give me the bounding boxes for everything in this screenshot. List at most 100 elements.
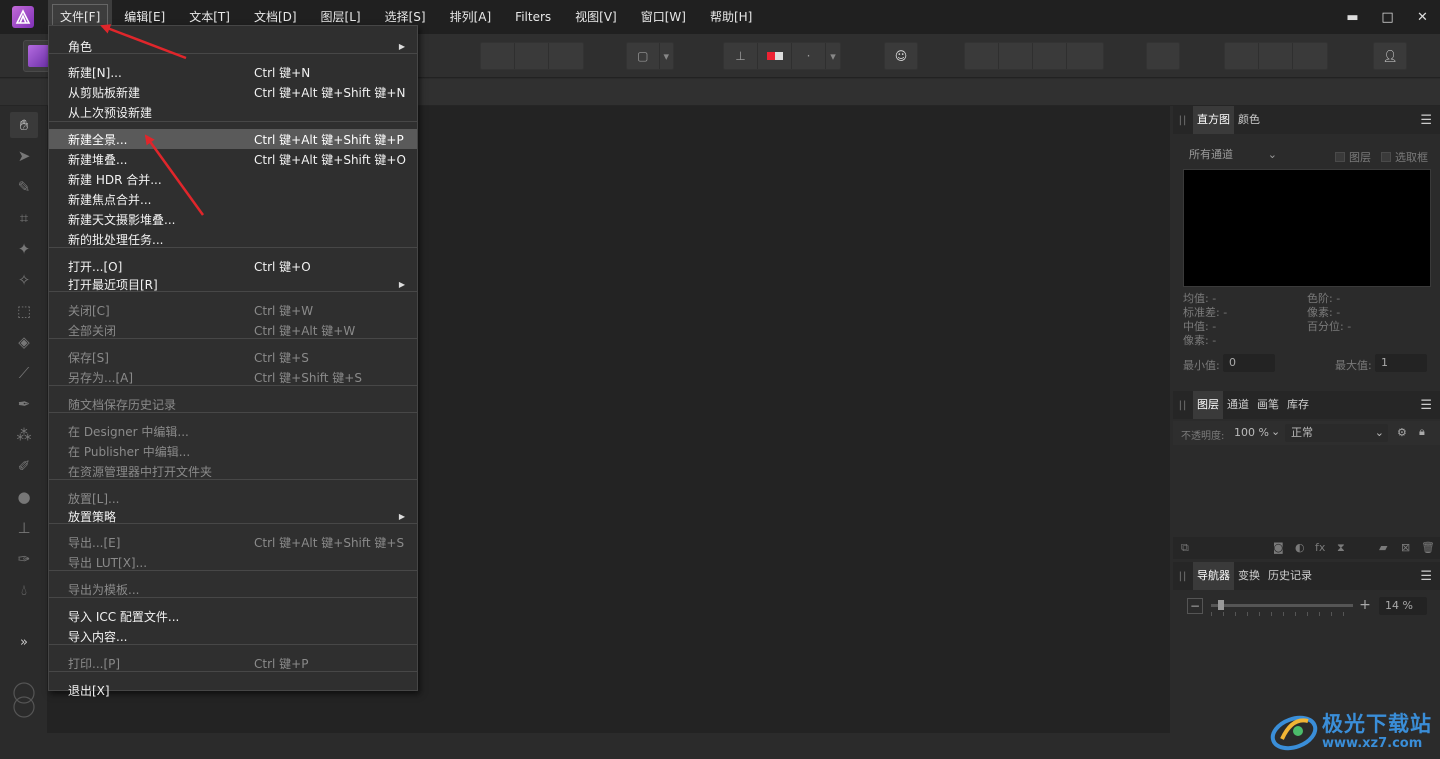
blend-mode-select[interactable]: 正常 ⌄ (1285, 424, 1388, 442)
color-picker-icon[interactable]: ✎ (10, 174, 38, 200)
file-menu-item[interactable]: 新建焦点合并... (49, 189, 417, 209)
gear-icon[interactable]: ⚙ (1397, 426, 1407, 439)
tab-history[interactable]: 历史记录 (1264, 562, 1316, 590)
menu-item[interactable]: 帮助[H] (698, 0, 764, 34)
snapping-button[interactable]: ⊥ (724, 43, 758, 69)
file-menu-item[interactable]: 在 Publisher 中编辑... (49, 441, 417, 461)
panel-menu-icon[interactable]: ☰ (1420, 569, 1432, 584)
file-menu-item[interactable]: 导出为模板... (49, 579, 417, 599)
file-menu-item[interactable]: 在 Designer 中编辑... (49, 421, 417, 441)
marquee-checkbox[interactable]: 选取框 (1381, 149, 1428, 165)
file-menu-item[interactable]: 导入内容... (49, 626, 417, 646)
menu-item[interactable]: 排列[A] (438, 0, 504, 34)
file-menu-item[interactable]: 全部关闭 Ctrl 键+Alt 键+W (49, 320, 417, 340)
toolbar-button[interactable] (481, 43, 515, 69)
toolbar-button[interactable] (1067, 43, 1101, 69)
tab-channels[interactable]: 通道 (1223, 391, 1253, 419)
healing-brush-icon[interactable]: ⊥ (10, 515, 38, 541)
tab-transform[interactable]: 变换 (1234, 562, 1264, 590)
panel-menu-icon[interactable]: ☰ (1420, 113, 1432, 128)
gradient-tool-icon[interactable]: ⟋ (10, 360, 38, 386)
tab-color[interactable]: 颜色 (1234, 106, 1264, 134)
affinity-photo-logo-icon[interactable] (12, 6, 34, 28)
toolbar-button[interactable] (549, 43, 583, 69)
opacity-value[interactable]: 100 % (1234, 426, 1269, 439)
file-menu-item[interactable]: 导出...[E] Ctrl 键+Alt 键+Shift 键+S (49, 532, 417, 552)
grip-icon[interactable]: || (1173, 400, 1193, 411)
file-menu-item[interactable]: 关闭[C] Ctrl 键+W (49, 300, 417, 320)
zoom-out-icon[interactable]: − (1187, 598, 1203, 614)
selection-brush-icon[interactable]: ✦ (10, 236, 38, 262)
lock-icon[interactable]: 🔒︎ (1419, 425, 1425, 439)
tab-layers[interactable]: 图层 (1193, 391, 1223, 419)
adjustment-icon[interactable]: ◐ (1295, 541, 1305, 554)
color-format-button[interactable] (758, 43, 792, 69)
live-filter-icon[interactable]: ⧗ (1337, 541, 1345, 555)
toolbar-button[interactable] (515, 43, 549, 69)
layers-list[interactable] (1173, 446, 1440, 536)
tab-navigator[interactable]: 导航器 (1193, 562, 1234, 590)
chevron-down-icon[interactable]: ⌄ (1271, 425, 1280, 438)
tab-histogram[interactable]: 直方图 (1193, 106, 1234, 134)
min-value-field[interactable]: 0 (1223, 354, 1275, 372)
file-menu-item[interactable]: 打开最近项目[R] ▶ (49, 274, 417, 294)
expand-tools-icon[interactable]: » (10, 629, 38, 655)
tab-stock[interactable]: 库存 (1283, 391, 1313, 419)
toolbar-button[interactable] (1225, 43, 1259, 69)
file-menu-item[interactable]: 导入 ICC 配置文件... (49, 606, 417, 626)
file-menu-item[interactable]: 新建 HDR 合并... (49, 169, 417, 189)
file-menu-item[interactable]: 导出 LUT[X]... (49, 552, 417, 572)
toolbar-button[interactable] (1147, 43, 1179, 69)
zoom-in-icon[interactable]: + (1357, 598, 1373, 614)
blur-brush-icon[interactable]: 💧︎ (10, 577, 38, 603)
toolbar-button[interactable] (965, 43, 999, 69)
layer-checkbox[interactable]: 图层 (1335, 149, 1371, 165)
minimize-icon[interactable]: ▬ (1335, 0, 1370, 34)
toolbar-button[interactable] (999, 43, 1033, 69)
flood-fill-icon[interactable]: ◈ (10, 329, 38, 355)
layer-add-icon[interactable]: ⊠ (1401, 541, 1410, 554)
panel-menu-icon[interactable]: ☰ (1420, 398, 1432, 413)
move-tool-icon[interactable]: ➤ (10, 143, 38, 169)
file-menu-item[interactable]: 新的批处理任务... (49, 229, 417, 249)
chevron-down-icon[interactable]: ▾ (660, 43, 673, 69)
file-menu-item[interactable]: 打开...[O] Ctrl 键+O (49, 256, 417, 276)
grip-icon[interactable]: || (1173, 571, 1193, 582)
file-menu-item[interactable]: 从上次预设新建 (49, 102, 417, 122)
assistant-robot-button[interactable]: ☺ (885, 43, 917, 69)
file-menu-item[interactable]: 另存为...[A] Ctrl 键+Shift 键+S (49, 367, 417, 387)
layer-duplicate-icon[interactable]: ⧉ (1181, 541, 1189, 555)
menu-item[interactable]: Filters (503, 0, 563, 34)
file-menu-item[interactable]: 角色 ▶ (49, 36, 417, 56)
dodge-brush-icon[interactable]: ✐ (10, 453, 38, 479)
chevron-down-icon[interactable]: ▾ (826, 43, 840, 69)
file-menu-item[interactable]: 新建堆叠... Ctrl 键+Alt 键+Shift 键+O (49, 149, 417, 169)
menu-item[interactable]: 窗口[W] (629, 0, 698, 34)
hand-tool-icon[interactable]: ✋︎ (10, 112, 38, 138)
paint-brush-icon[interactable]: ✒ (10, 391, 38, 417)
marquee-tool-icon[interactable]: ⬚ (10, 298, 38, 324)
zoom-value-field[interactable]: 14 % (1379, 597, 1427, 615)
toolbar-button[interactable] (1259, 43, 1293, 69)
trash-icon[interactable]: 🗑︎ (1421, 541, 1435, 554)
file-menu-item[interactable]: 保存[S] Ctrl 键+S (49, 347, 417, 367)
flood-select-icon[interactable]: ✧ (10, 267, 38, 293)
zoom-slider-track[interactable] (1211, 600, 1353, 610)
close-icon[interactable]: ✕ (1405, 0, 1440, 34)
maximize-icon[interactable]: □ (1370, 0, 1405, 34)
file-menu-item[interactable]: 新建天文摄影堆叠... (49, 209, 417, 229)
toolbar-button[interactable] (1033, 43, 1067, 69)
file-menu-item[interactable]: 从剪贴板新建 Ctrl 键+Alt 键+Shift 键+N (49, 82, 417, 102)
grip-icon[interactable]: || (1173, 115, 1193, 126)
assistant-button[interactable]: · (792, 43, 826, 69)
folder-icon[interactable]: ▰ (1379, 541, 1387, 554)
file-menu-item[interactable]: 新建全景... Ctrl 键+Alt 键+Shift 键+P (49, 129, 417, 149)
clone-brush-icon[interactable]: ● (10, 484, 38, 510)
tab-brushes[interactable]: 画笔 (1253, 391, 1283, 419)
menu-item[interactable]: 视图[V] (563, 0, 629, 34)
smudge-brush-icon[interactable]: ✑ (10, 546, 38, 572)
file-menu-item[interactable]: 随文档保存历史记录 (49, 394, 417, 414)
file-menu-item[interactable]: 在资源管理器中打开文件夹 (49, 461, 417, 481)
file-menu-item[interactable]: 新建[N]... Ctrl 键+N (49, 62, 417, 82)
crop-tool-icon[interactable]: ⌗ (10, 205, 38, 231)
